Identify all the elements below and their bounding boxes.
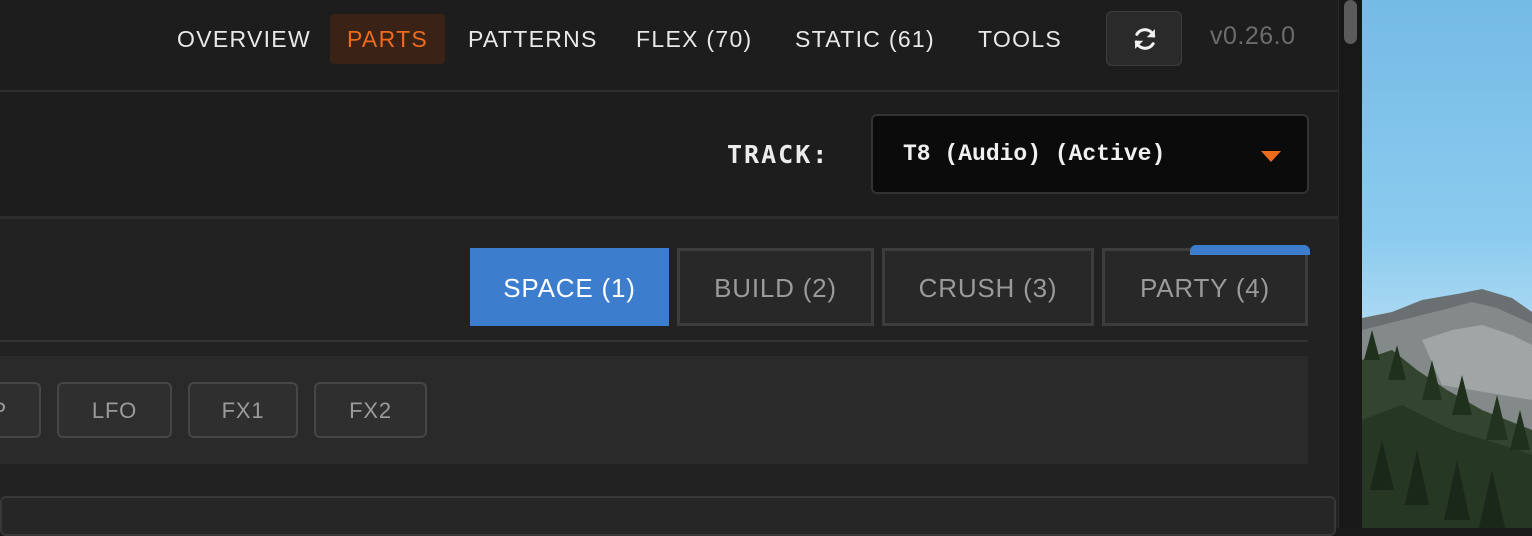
scene-button-build[interactable]: BUILD (2) <box>677 248 874 326</box>
nav-flex[interactable]: FLEX (70) <box>619 14 770 64</box>
nav-tools[interactable]: TOOLS <box>961 14 1079 64</box>
top-nav: OVERVIEW PARTS PATTERNS FLEX (70) STATIC… <box>0 0 1338 92</box>
nav-static[interactable]: STATIC (61) <box>778 14 952 64</box>
content-card <box>0 496 1336 536</box>
scene-button-party[interactable]: PARTY (4) <box>1102 248 1308 326</box>
scrollbar-thumb[interactable] <box>1344 0 1357 44</box>
desktop-wallpaper <box>1362 0 1532 528</box>
subtab-fx2[interactable]: FX2 <box>314 382 427 438</box>
subtab-fx1[interactable]: FX1 <box>188 382 298 438</box>
subtabs-bar: P LFO FX1 FX2 <box>0 356 1308 464</box>
scene-button-space[interactable]: SPACE (1) <box>470 248 669 326</box>
track-select-value: T8 (Audio) (Active) <box>903 141 1166 167</box>
scene-panel: SPACE (1) BUILD (2) CRUSH (3) PARTY (4) … <box>0 219 1338 536</box>
nav-parts[interactable]: PARTS <box>330 14 446 64</box>
nav-patterns[interactable]: PATTERNS <box>451 14 615 64</box>
track-row: TRACK: T8 (Audio) (Active) <box>0 92 1338 219</box>
nav-overview[interactable]: OVERVIEW <box>160 14 328 64</box>
subtab-lfo[interactable]: LFO <box>57 382 172 438</box>
subtab-partial[interactable]: P <box>0 382 41 438</box>
refresh-icon <box>1134 28 1156 50</box>
scene-button-crush[interactable]: CRUSH (3) <box>882 248 1094 326</box>
track-select[interactable]: T8 (Audio) (Active) <box>871 114 1309 194</box>
app-window: OVERVIEW PARTS PATTERNS FLEX (70) STATIC… <box>0 0 1338 536</box>
divider <box>0 340 1308 342</box>
mountain-image <box>1362 289 1532 528</box>
track-label: TRACK: <box>727 140 830 169</box>
caret-down-icon <box>1261 151 1281 162</box>
card-accent <box>1190 245 1310 255</box>
refresh-button[interactable] <box>1106 11 1182 66</box>
version-label: v0.26.0 <box>1210 22 1296 50</box>
scrollbar[interactable] <box>1338 0 1362 528</box>
